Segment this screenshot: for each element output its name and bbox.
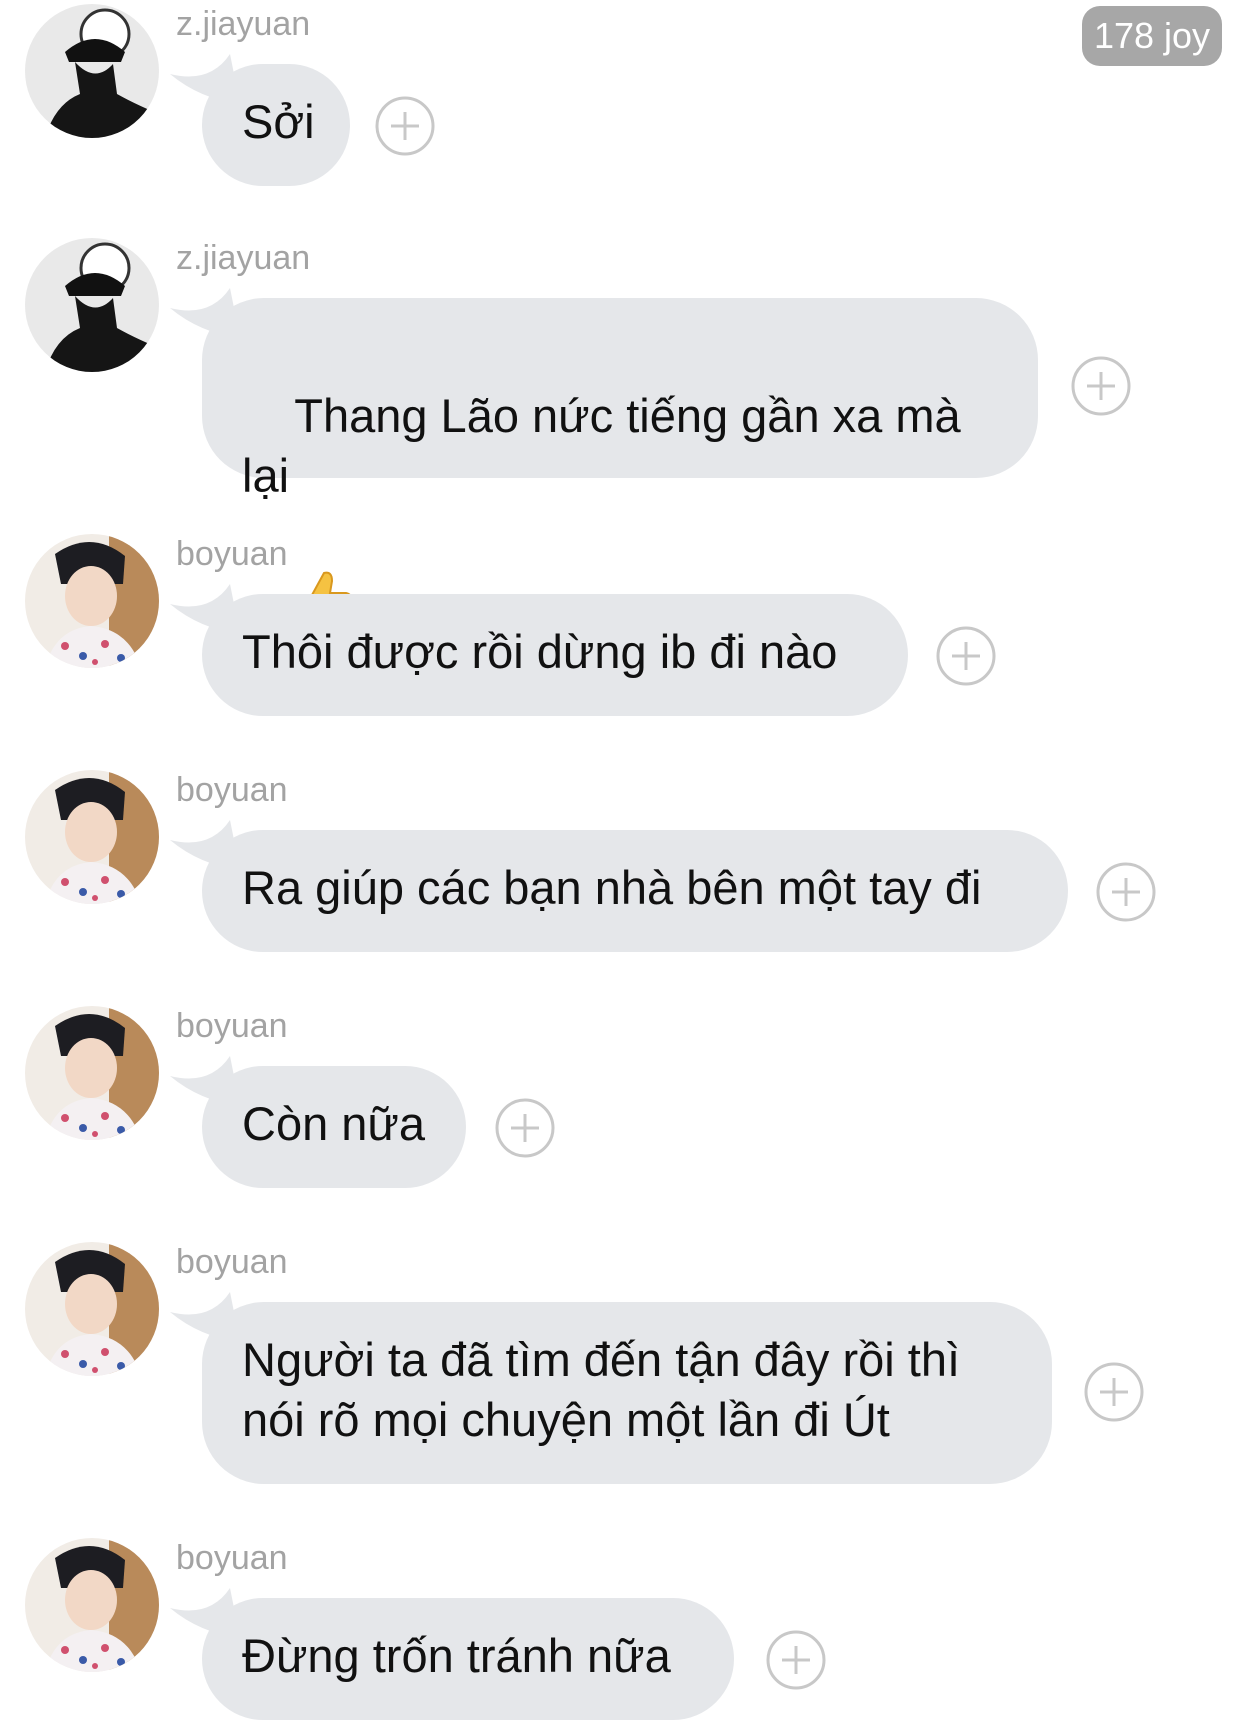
dark-hat-figure-avatar[interactable]: [25, 4, 159, 138]
message-text: Thang Lão nức tiếng gần xa mà lại: [242, 389, 974, 502]
boy-portrait-avatar[interactable]: [25, 1006, 159, 1140]
boy-portrait-avatar[interactable]: [25, 770, 159, 904]
message-bubble[interactable]: Thôi được rồi dừng ib đi nào: [202, 594, 908, 716]
add-reaction-icon[interactable]: [1071, 356, 1131, 416]
message-text: Sởi: [242, 95, 315, 148]
message-text: Ra giúp các bạn nhà bên một tay đi: [242, 861, 982, 914]
add-reaction-icon[interactable]: [1096, 862, 1156, 922]
boy-portrait-avatar[interactable]: [25, 1242, 159, 1376]
sender-name: boyuan: [176, 771, 288, 809]
message-bubble[interactable]: Còn nữa: [202, 1066, 466, 1188]
reaction-count-badge: 178 joy: [1082, 6, 1222, 66]
sender-name: boyuan: [176, 1243, 288, 1281]
message-text: Đừng trốn tránh nữa: [242, 1629, 671, 1682]
sender-name: z.jiayuan: [176, 239, 311, 277]
message-bubble[interactable]: Ra giúp các bạn nhà bên một tay đi: [202, 830, 1068, 952]
sender-name: boyuan: [176, 1539, 288, 1577]
message-bubble[interactable]: Thang Lão nức tiếng gần xa mà lại: [202, 298, 1038, 630]
sender-name: z.jiayuan: [176, 5, 311, 43]
boy-portrait-avatar[interactable]: [25, 1538, 159, 1672]
boy-portrait-avatar[interactable]: [25, 534, 159, 668]
add-reaction-icon[interactable]: [766, 1630, 826, 1690]
message-bubble[interactable]: Đừng trốn tránh nữa: [202, 1598, 734, 1720]
message-text: Người ta đã tìm đến tận đây rồi thì nói …: [242, 1333, 961, 1446]
message-text: Còn nữa: [242, 1097, 426, 1150]
sender-name: boyuan: [176, 1007, 288, 1045]
add-reaction-icon[interactable]: [495, 1098, 555, 1158]
message-bubble[interactable]: Sởi: [202, 64, 350, 186]
add-reaction-icon[interactable]: [375, 96, 435, 156]
dark-hat-figure-avatar[interactable]: [25, 238, 159, 372]
message-bubble[interactable]: Người ta đã tìm đến tận đây rồi thì nói …: [202, 1302, 1052, 1484]
message-text: Thôi được rồi dừng ib đi nào: [242, 625, 838, 678]
add-reaction-icon[interactable]: [936, 626, 996, 686]
add-reaction-icon[interactable]: [1084, 1362, 1144, 1422]
sender-name: boyuan: [176, 535, 288, 573]
